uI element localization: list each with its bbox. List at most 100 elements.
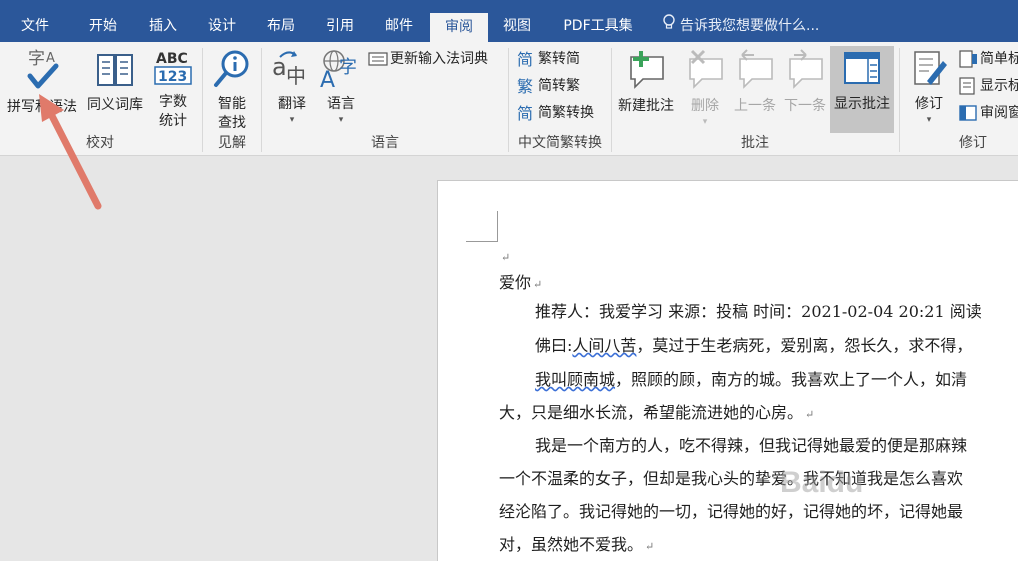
chinese-conversion-button[interactable]: 简简繁转换 bbox=[516, 103, 594, 123]
track-changes-button[interactable]: 修订 ▾ bbox=[906, 49, 952, 126]
doc-line-2-b: 人间八苦 bbox=[572, 336, 637, 355]
word-count-label-2: 统计 bbox=[159, 113, 187, 129]
doc-line-2: 佛曰:人间八苦，莫过于生老病死，爱别离，怨长久，求不得， bbox=[535, 335, 972, 357]
document-title-line: 爱你 ↵ bbox=[499, 273, 543, 292]
tab-mailings[interactable]: 邮件 bbox=[370, 12, 428, 42]
tab-insert[interactable]: 插入 bbox=[134, 12, 192, 42]
update-ime-dictionary-button[interactable]: 更新输入法词典 bbox=[368, 49, 488, 69]
doc-line-4: 大，只是细水长流，希望能流进她的心房。 ↵ bbox=[499, 403, 815, 422]
next-comment-button[interactable]: 下一条 bbox=[780, 49, 830, 116]
svg-text:123: 123 bbox=[158, 69, 187, 85]
tab-pdf-tools[interactable]: PDF工具集 bbox=[553, 12, 643, 42]
svg-text:字: 字 bbox=[28, 49, 45, 69]
next-comment-icon bbox=[780, 49, 830, 97]
tab-review[interactable]: 审阅 bbox=[430, 13, 488, 42]
doc-line-8-text: 对，虽然她不爱我。 bbox=[499, 535, 644, 554]
translate-icon: a中 bbox=[268, 49, 316, 95]
group-separator bbox=[899, 48, 900, 152]
doc-line-2-c: ，莫过于生老病死，爱别离，怨长久，求不得， bbox=[636, 336, 973, 355]
group-separator bbox=[611, 48, 612, 152]
svg-text:ABC: ABC bbox=[156, 51, 188, 67]
conversion-char-icon: 简 bbox=[517, 104, 533, 123]
annotation-arrow-icon bbox=[39, 94, 102, 210]
delete-comment-button[interactable]: 删除 ▾ bbox=[680, 49, 730, 128]
word-count-label-1: 字数 bbox=[159, 94, 187, 110]
delete-comment-icon bbox=[680, 49, 730, 97]
doc-line-2-a: 佛曰: bbox=[535, 336, 573, 355]
svg-text:中: 中 bbox=[286, 64, 306, 88]
doc-line-3-a: 我叫顾南城 bbox=[535, 370, 616, 389]
tell-me-box[interactable]: 告诉我您想要做什么... bbox=[662, 12, 819, 42]
chevron-down-icon: ▾ bbox=[926, 115, 932, 125]
translate-label: 翻译 bbox=[278, 96, 306, 112]
track-changes-label: 修订 bbox=[915, 96, 943, 112]
show-markup-icon bbox=[959, 77, 975, 95]
chevron-down-icon: ▾ bbox=[289, 115, 295, 125]
reviewing-pane-dropdown[interactable]: 审阅窗 bbox=[958, 103, 1018, 123]
tab-layout[interactable]: 布局 bbox=[252, 12, 310, 42]
show-comments-button[interactable]: 显示批注 bbox=[830, 46, 894, 133]
svg-text:繁: 繁 bbox=[517, 77, 533, 95]
new-comment-label: 新建批注 bbox=[618, 98, 674, 114]
keyboard-icon bbox=[368, 52, 388, 66]
doc-line-3-b: ，照顾的顾，南方的城。我喜欢上了一个人，如清 bbox=[615, 370, 968, 389]
svg-text:a: a bbox=[272, 53, 287, 81]
simplified-to-traditional-label: 简转繁 bbox=[538, 78, 580, 94]
word-count-button[interactable]: ABC 123 字数 统计 bbox=[150, 49, 196, 131]
group-label-insights: 见解 bbox=[218, 135, 246, 151]
traditional-char-icon: 简 bbox=[517, 50, 533, 69]
svg-text:A: A bbox=[46, 51, 55, 66]
next-comment-label: 下一条 bbox=[784, 98, 826, 114]
smart-lookup-icon bbox=[208, 49, 256, 95]
group-label-language: 语言 bbox=[371, 135, 399, 151]
simple-markup-label: 简单标 bbox=[980, 51, 1018, 67]
doc-line-4-text: 大，只是细水长流，希望能流进她的心房。 bbox=[499, 403, 804, 422]
doc-line-6: 一个不温柔的女子，但却是我心头的挚爱。我不知道我是怎么喜欢 bbox=[499, 469, 964, 488]
tab-file[interactable]: 文件 bbox=[6, 12, 64, 42]
ribbon-tab-bar: 文件 开始 插入 设计 布局 引用 邮件 审阅 视图 PDF工具集 告诉我您想要… bbox=[0, 0, 1018, 42]
previous-comment-label: 上一条 bbox=[734, 98, 776, 114]
simplified-char-icon: 繁 bbox=[517, 77, 533, 96]
svg-text:简: 简 bbox=[517, 104, 533, 122]
svg-text:字: 字 bbox=[339, 57, 357, 78]
doc-line-1: 推荐人：我爱学习 来源：投稿 时间：2021-02-04 20:21 阅读 bbox=[535, 302, 982, 321]
paragraph-mark-line: ↵ bbox=[501, 251, 511, 264]
doc-line-3: 我叫顾南城，照顾的顾，南方的城。我喜欢上了一个人，如清 bbox=[535, 369, 967, 391]
reviewing-pane-label: 审阅窗 bbox=[980, 105, 1018, 121]
previous-comment-button[interactable]: 上一条 bbox=[730, 49, 780, 116]
tab-view[interactable]: 视图 bbox=[488, 12, 546, 42]
translate-button[interactable]: a中 翻译 ▾ bbox=[268, 49, 316, 126]
group-separator bbox=[202, 48, 203, 152]
tab-home[interactable]: 开始 bbox=[74, 12, 132, 42]
doc-line-8: 对，虽然她不爱我。 ↵ bbox=[499, 535, 655, 554]
track-changes-icon bbox=[906, 49, 952, 95]
chevron-down-icon: ▾ bbox=[338, 115, 344, 125]
language-globe-icon: A字 bbox=[318, 49, 364, 95]
group-label-comments: 批注 bbox=[741, 135, 769, 151]
new-comment-button[interactable]: 新建批注 bbox=[614, 49, 678, 116]
show-markup-dropdown[interactable]: 显示标 bbox=[958, 76, 1018, 96]
tab-references[interactable]: 引用 bbox=[311, 12, 369, 42]
watermark-logo: Baidu bbox=[780, 466, 864, 499]
word-count-icon: ABC 123 bbox=[150, 49, 196, 93]
group-separator bbox=[261, 48, 262, 152]
simple-markup-dropdown[interactable]: 简单标 bbox=[958, 49, 1018, 69]
group-separator bbox=[508, 48, 509, 152]
group-label-chinese-conversion: 中文简繁转换 bbox=[518, 135, 602, 151]
smart-lookup-label-2: 查找 bbox=[218, 115, 246, 131]
tab-design[interactable]: 设计 bbox=[193, 12, 251, 42]
smart-lookup-label-1: 智能 bbox=[218, 96, 246, 112]
crop-mark bbox=[497, 211, 498, 242]
previous-comment-icon bbox=[730, 49, 780, 97]
svg-text:简: 简 bbox=[517, 50, 533, 68]
svg-text:A: A bbox=[320, 68, 335, 89]
language-button[interactable]: A字 语言 ▾ bbox=[318, 49, 364, 126]
new-comment-icon bbox=[614, 49, 678, 97]
traditional-to-simplified-button[interactable]: 简繁转简 bbox=[516, 49, 580, 69]
chevron-down-icon: ▾ bbox=[702, 117, 708, 127]
show-comments-icon bbox=[830, 49, 894, 95]
traditional-to-simplified-label: 繁转简 bbox=[538, 51, 580, 67]
smart-lookup-button[interactable]: 智能 查找 bbox=[208, 49, 256, 133]
simplified-to-traditional-button[interactable]: 繁简转繁 bbox=[516, 76, 580, 96]
document-page[interactable]: ↵ 爱你 ↵ 推荐人：我爱学习 来源：投稿 时间：2021-02-04 20:21… bbox=[437, 180, 1018, 561]
